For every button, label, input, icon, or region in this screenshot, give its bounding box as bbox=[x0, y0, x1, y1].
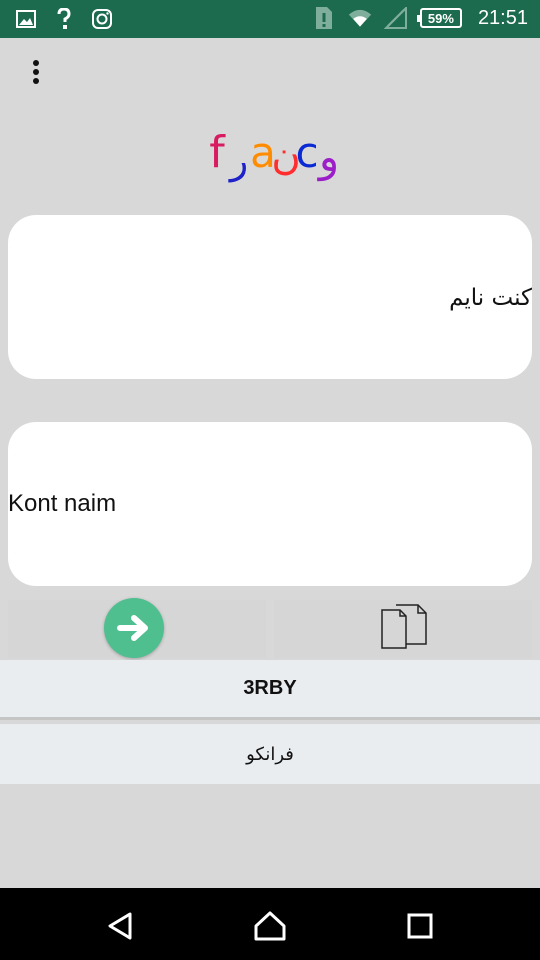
arabic-input-field[interactable]: كنت نايم bbox=[8, 215, 532, 379]
action-row bbox=[8, 598, 532, 658]
mode-franco-button[interactable]: فرانكو bbox=[0, 724, 540, 784]
arrow-right-icon bbox=[117, 615, 148, 641]
status-bar: 59% 21:51 bbox=[0, 0, 540, 38]
notification-icons bbox=[14, 7, 114, 31]
system-icons: 59% 21:51 bbox=[312, 6, 528, 30]
back-button[interactable] bbox=[100, 906, 140, 946]
signal-icon bbox=[383, 6, 408, 30]
overflow-menu-button[interactable] bbox=[14, 52, 58, 92]
app-logo: f ر a ن c و bbox=[188, 103, 353, 207]
copy-button[interactable] bbox=[378, 602, 430, 652]
mode-3rby-button[interactable]: 3RBY bbox=[0, 660, 540, 720]
home-icon bbox=[254, 911, 286, 941]
instagram-icon bbox=[90, 7, 114, 31]
navigation-bar bbox=[0, 888, 540, 960]
copy-cell bbox=[274, 600, 532, 658]
battery-level: 59% bbox=[427, 10, 454, 26]
franco-output-text: Kont naim bbox=[8, 490, 117, 517]
back-icon bbox=[108, 912, 132, 940]
sim-alert-icon bbox=[312, 6, 336, 30]
wifi-icon bbox=[348, 6, 372, 30]
logo-glyph-c: c bbox=[295, 128, 318, 177]
more-vert-icon bbox=[33, 60, 39, 84]
logo-glyph-ra: ر bbox=[227, 138, 247, 182]
home-button[interactable] bbox=[250, 906, 290, 946]
mode-3rby-label: 3RBY bbox=[243, 677, 297, 699]
arabic-input-text: كنت نايم bbox=[449, 285, 532, 311]
help-icon bbox=[52, 7, 76, 31]
convert-button[interactable] bbox=[104, 598, 164, 658]
recent-apps-button[interactable] bbox=[400, 906, 440, 946]
logo-glyph-waw: و bbox=[316, 132, 338, 181]
battery-icon: 59% bbox=[416, 8, 462, 28]
copy-icon bbox=[381, 604, 427, 649]
franco-output-field[interactable]: Kont naim bbox=[8, 422, 532, 586]
clock: 21:51 bbox=[477, 6, 528, 29]
mode-franco-label: فرانكو bbox=[246, 743, 294, 765]
recent-apps-icon bbox=[407, 913, 433, 939]
logo-glyph-f: f bbox=[209, 127, 226, 178]
gallery-icon bbox=[14, 7, 38, 31]
convert-cell bbox=[8, 598, 266, 658]
